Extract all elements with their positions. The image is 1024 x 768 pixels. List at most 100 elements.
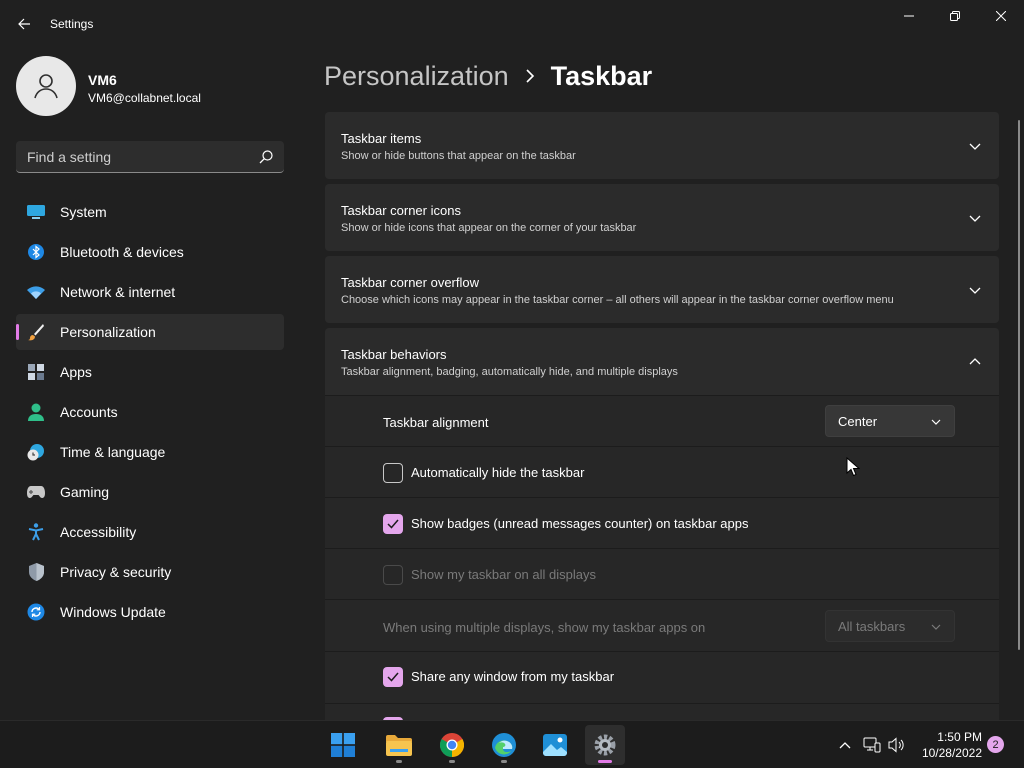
taskbar-alignment-dropdown[interactable]: Center <box>825 405 955 437</box>
taskbar-corner-overflow-card[interactable]: Taskbar corner overflow Choose which ico… <box>325 256 999 323</box>
sidebar-item-system[interactable]: System <box>16 194 284 230</box>
taskbar-items-card[interactable]: Taskbar items Show or hide buttons that … <box>325 112 999 179</box>
show-badges-row: Show badges (unread messages counter) on… <box>325 497 999 548</box>
scrollbar[interactable] <box>1018 120 1020 650</box>
multi-display-row: When using multiple displays, show my ta… <box>325 599 999 651</box>
page-title: Taskbar <box>550 60 653 91</box>
card-description: Show or hide buttons that appear on the … <box>341 150 576 162</box>
user-profile[interactable]: VM6 VM6@collabnet.local <box>16 56 296 118</box>
monitor-icon <box>27 203 45 221</box>
taskbar-photos[interactable] <box>535 725 575 765</box>
user-name: VM6 <box>88 72 117 88</box>
sidebar-item-label: Apps <box>60 364 92 380</box>
search-input[interactable] <box>16 141 252 172</box>
sidebar-item-label: Gaming <box>60 484 110 500</box>
bluetooth-icon <box>27 243 45 261</box>
restore-button[interactable] <box>932 0 978 32</box>
taskbar-behaviors-card[interactable]: Taskbar behaviors Taskbar alignment, bad… <box>325 328 999 395</box>
mouse-cursor-icon <box>846 457 860 477</box>
chrome-icon <box>440 733 464 757</box>
card-description: Taskbar alignment, badging, automaticall… <box>341 366 678 378</box>
chevron-down-icon <box>969 215 981 222</box>
taskbar-alignment-label: Taskbar alignment <box>383 415 489 430</box>
sidebar-item-gaming[interactable]: Gaming <box>16 474 284 510</box>
network-tray-button[interactable] <box>862 735 882 755</box>
taskbar-corner-icons-card[interactable]: Taskbar corner icons Show or hide icons … <box>325 184 999 251</box>
breadcrumb: Personalization Taskbar <box>324 58 652 94</box>
sidebar-item-bluetooth[interactable]: Bluetooth & devices <box>16 234 284 270</box>
network-monitor-icon <box>863 737 881 753</box>
sidebar-item-label: System <box>60 204 107 220</box>
gamepad-icon <box>27 483 45 501</box>
card-title: Taskbar corner icons <box>341 203 461 218</box>
sidebar-item-time-language[interactable]: Time & language <box>16 434 284 470</box>
sidebar-item-label: Accounts <box>60 404 118 420</box>
sidebar-item-accessibility[interactable]: Accessibility <box>16 514 284 550</box>
running-indicator <box>449 760 455 763</box>
title-bar: Settings <box>0 0 1024 48</box>
all-displays-checkbox[interactable] <box>383 565 403 585</box>
show-hidden-icons-button[interactable] <box>835 735 855 755</box>
sidebar-item-privacy-security[interactable]: Privacy & security <box>16 554 284 590</box>
minimize-icon <box>904 15 914 17</box>
folder-icon <box>386 735 412 756</box>
taskbar-edge[interactable] <box>484 725 524 765</box>
show-badges-checkbox[interactable] <box>383 514 403 534</box>
sidebar-nav: System Bluetooth & devices Network & int… <box>16 194 284 634</box>
volume-tray-button[interactable] <box>887 735 907 755</box>
sidebar-item-windows-update[interactable]: Windows Update <box>16 594 284 630</box>
taskbar-file-explorer[interactable] <box>379 725 419 765</box>
update-icon <box>27 603 45 621</box>
chevron-up-icon <box>839 742 851 749</box>
sidebar-item-label: Time & language <box>60 444 166 460</box>
sidebar-item-apps[interactable]: Apps <box>16 354 284 390</box>
running-indicator <box>396 760 402 763</box>
auto-hide-row: Automatically hide the taskbar <box>325 446 999 497</box>
sidebar-item-label: Accessibility <box>60 524 137 540</box>
chevron-down-icon <box>931 624 941 630</box>
card-title: Taskbar corner overflow <box>341 275 479 290</box>
chevron-down-icon <box>969 143 981 150</box>
app-title: Settings <box>50 17 94 31</box>
sidebar-item-label: Bluetooth & devices <box>60 244 184 260</box>
dropdown-value: Center <box>838 414 878 429</box>
auto-hide-label: Automatically hide the taskbar <box>411 465 585 480</box>
taskbar-alignment-row: Taskbar alignment Center <box>325 395 999 446</box>
search-box <box>16 141 284 173</box>
minimize-button[interactable] <box>886 0 932 32</box>
chevron-right-icon <box>525 69 535 83</box>
sidebar-item-network[interactable]: Network & internet <box>16 274 284 310</box>
photos-icon <box>543 734 567 756</box>
notification-badge[interactable]: 2 <box>987 736 1004 753</box>
windows-taskbar: 1:50 PM 10/28/2022 2 <box>0 720 1024 768</box>
chevron-down-icon <box>931 419 941 425</box>
back-button[interactable] <box>10 10 38 38</box>
paintbrush-icon <box>27 323 45 341</box>
sidebar-item-label: Privacy & security <box>60 564 172 580</box>
running-indicator <box>598 760 612 763</box>
clock-time[interactable]: 1:50 PM <box>920 730 982 744</box>
show-badges-label: Show badges (unread messages counter) on… <box>411 516 749 531</box>
sidebar-item-accounts[interactable]: Accounts <box>16 394 284 430</box>
windows-logo-icon <box>331 733 355 757</box>
sidebar-item-label: Windows Update <box>60 604 166 620</box>
taskbar-chrome[interactable] <box>432 725 472 765</box>
auto-hide-checkbox[interactable] <box>383 463 403 483</box>
multi-display-dropdown[interactable]: All taskbars <box>825 610 955 642</box>
accessibility-icon <box>27 523 45 541</box>
breadcrumb-parent-link[interactable]: Personalization <box>324 61 509 92</box>
apps-icon <box>27 363 45 381</box>
share-window-label: Share any window from my taskbar <box>411 669 615 684</box>
share-window-checkbox[interactable] <box>383 667 403 687</box>
clock-globe-icon <box>27 443 45 461</box>
multi-display-label: When using multiple displays, show my ta… <box>383 620 706 635</box>
clock-date[interactable]: 10/28/2022 <box>914 746 982 760</box>
dropdown-value: All taskbars <box>838 619 906 634</box>
sidebar-item-personalization[interactable]: Personalization <box>16 314 284 350</box>
taskbar-settings[interactable] <box>585 725 625 765</box>
close-button[interactable] <box>978 0 1024 32</box>
checkmark-icon <box>387 519 399 529</box>
search-icon[interactable] <box>258 149 274 165</box>
taskbar-start-button[interactable] <box>323 725 363 765</box>
person-icon <box>27 403 45 421</box>
